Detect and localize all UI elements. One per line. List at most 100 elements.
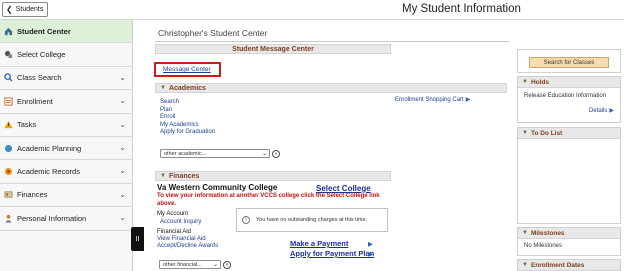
milestones-box: ▼ Milestones No Milestones (517, 227, 621, 256)
sidebar-item-tasks[interactable]: Tasks ⌄ (0, 114, 132, 137)
sidebar-collapse-handle[interactable]: II (131, 227, 144, 251)
my-account-label: My Account (157, 211, 189, 217)
account-inquiry-link[interactable]: Account Inquiry (160, 219, 201, 225)
financial-aid-label: Financial Aid (157, 229, 192, 235)
academics-link-enroll[interactable]: Enroll (160, 114, 215, 122)
accept-decline-awards-link[interactable]: Accept/Decline Awards (157, 243, 218, 249)
shopping-cart-label: Enrollment Shopping Cart (395, 97, 464, 103)
expand-triangle-icon: ▼ (522, 130, 528, 136)
enrollment-dates-header[interactable]: ▼ Enrollment Dates (518, 260, 620, 271)
section-header-label: Finances (168, 172, 200, 180)
sidebar-item-label: Class Search (17, 73, 62, 83)
sidebar-item-label: Finances (17, 190, 48, 200)
details-label: Details (589, 108, 608, 114)
warning-icon (4, 120, 13, 129)
chevron-down-icon: ⌄ (119, 166, 126, 176)
sidebar-item-finances[interactable]: Finances ⌄ (0, 184, 132, 208)
student-message-center-header: Student Message Center (155, 44, 391, 54)
enrollment-icon (4, 97, 13, 106)
sidebar-item-class-search[interactable]: Class Search ⌄ (0, 67, 132, 91)
search-for-classes-button[interactable]: Search for Classes (529, 57, 609, 68)
expand-triangle-icon: ▼ (522, 230, 528, 236)
chevron-down-icon: ⌄ (119, 142, 126, 152)
sidebar-item-label: Personal Information (17, 213, 87, 223)
sidebar-item-enrollment[interactable]: Enrollment ⌄ (0, 90, 132, 114)
enrollment-shopping-cart-link[interactable]: Enrollment Shopping Cart ▶ (395, 96, 470, 103)
view-financial-aid-link[interactable]: View Financial Aid (157, 236, 206, 242)
select-value: other financial... (163, 261, 202, 268)
enrollment-dates-box: ▼ Enrollment Dates (517, 259, 621, 271)
outstanding-charges-box: i You have no outstanding charges at thi… (236, 208, 388, 232)
expand-triangle-icon: ▼ (522, 262, 528, 268)
other-academic-select[interactable]: other academic... ⌄ (160, 149, 270, 158)
message-center-link[interactable]: Message Center (154, 62, 221, 77)
back-button-label: Students (15, 6, 44, 13)
chevron-down-icon: ⌄ (119, 72, 126, 82)
chevron-down-icon: ⌄ (261, 151, 267, 157)
top-header: ❮ Students My Student Information (0, 0, 624, 20)
sidebar-item-label: Academic Records (17, 167, 80, 177)
academics-links: Search Plan Enroll My Academics Apply fo… (160, 99, 215, 137)
charges-message: You have no outstanding charges at this … (256, 217, 368, 223)
expand-triangle-icon: ▼ (160, 85, 166, 91)
sidebar-item-student-center[interactable]: Student Center (0, 20, 132, 44)
chevron-down-icon: ⌄ (119, 96, 126, 106)
pin-icon (4, 50, 13, 59)
academics-link-search[interactable]: Search (160, 99, 215, 107)
page-title: My Student Information (402, 3, 521, 15)
academics-link-plan[interactable]: Plan (160, 107, 215, 115)
sidebar-item-select-college[interactable]: Select College (0, 43, 132, 67)
sidebar-item-personal-information[interactable]: Personal Information ⌄ (0, 207, 132, 231)
other-financial-select[interactable]: other financial... ⌄ (159, 260, 221, 269)
sidebar-item-label: Tasks (17, 120, 37, 130)
academics-go-button[interactable]: » (272, 149, 280, 158)
records-icon (4, 167, 13, 176)
apply-payment-plan-link[interactable]: Apply for Payment Plan (290, 249, 374, 258)
student-center-main: Christopher's Student Center Student Mes… (150, 22, 514, 271)
home-icon (4, 27, 13, 36)
finances-header[interactable]: ▼ Finances (155, 171, 391, 181)
sidebar-item-label: Enrollment (17, 96, 53, 106)
chevron-down-icon: ⌄ (119, 189, 126, 199)
chevron-down-icon: ⌄ (212, 262, 218, 268)
message-center-link-label: Message Center (163, 66, 211, 73)
chevron-down-icon: ⌄ (119, 213, 126, 223)
sidebar-item-academic-planning[interactable]: Academic Planning ⌄ (0, 137, 132, 161)
sidebar-nav: Student Center Select College Class Sear… (0, 20, 133, 271)
box-header-label: Holds (530, 78, 550, 86)
search-classes-box: Search for Classes (517, 49, 621, 73)
holds-details-link[interactable]: Details ▶ (589, 107, 614, 114)
chevron-down-icon: ⌄ (119, 119, 126, 129)
academics-header[interactable]: ▼ Academics (155, 83, 507, 93)
arrow-right-icon: ▶ (465, 97, 471, 103)
box-header-label: Enrollment Dates (530, 261, 585, 269)
info-icon: i (242, 216, 250, 224)
todo-list-header[interactable]: ▼ To Do List (518, 128, 620, 139)
arrow-right-icon: ▶ (368, 251, 373, 258)
globe-icon (4, 144, 13, 153)
select-value: other academic... (164, 150, 207, 157)
finances-go-button[interactable]: » (223, 260, 231, 269)
box-header-label: To Do List (530, 129, 563, 137)
person-icon (4, 214, 13, 223)
expand-triangle-icon: ▼ (522, 79, 528, 85)
holds-header[interactable]: ▼ Holds (518, 77, 620, 88)
academics-link-my-academics[interactable]: My Academics (160, 122, 215, 130)
arrow-right-icon: ▶ (609, 108, 614, 114)
select-college-link[interactable]: Select College (316, 184, 371, 193)
back-to-students-button[interactable]: ❮ Students (2, 2, 48, 17)
make-payment-link[interactable]: Make a Payment (290, 239, 348, 248)
title-divider (155, 41, 509, 42)
sidebar-item-label: Select College (17, 50, 66, 60)
expand-triangle-icon: ▼ (160, 173, 166, 179)
student-center-title: Christopher's Student Center (158, 28, 268, 38)
sidebar-item-academic-records[interactable]: Academic Records ⌄ (0, 160, 132, 184)
finances-icon (4, 190, 13, 199)
sidebar-item-label: Academic Planning (17, 143, 82, 153)
milestones-header[interactable]: ▼ Milestones (518, 228, 620, 239)
holds-box: ▼ Holds Release Education Information De… (517, 76, 621, 123)
section-header-label: Student Message Center (232, 45, 314, 53)
milestone-item: No Milestones (524, 243, 563, 249)
todo-list-box: ▼ To Do List (517, 127, 621, 224)
academics-link-apply-graduation[interactable]: Apply for Graduation (160, 129, 215, 137)
